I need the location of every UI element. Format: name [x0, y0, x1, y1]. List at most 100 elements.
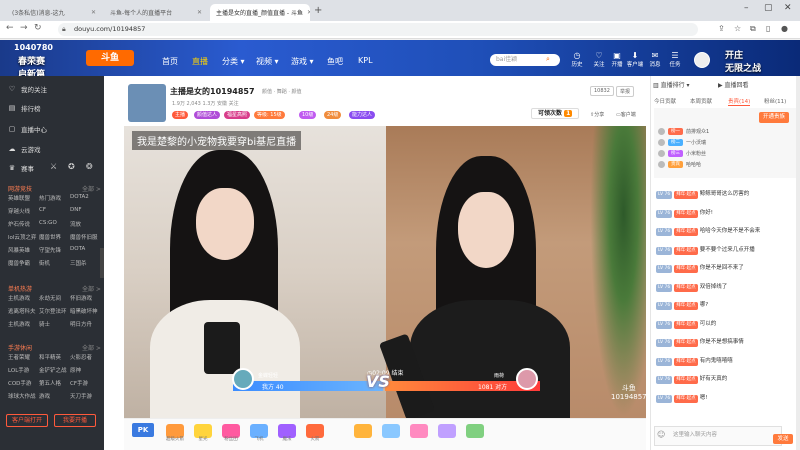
sidebar-game-link[interactable]: 天刀手游: [70, 392, 100, 400]
sidebar-item-esports[interactable]: ♛ 赛事: [8, 163, 34, 173]
douyu-logo[interactable]: 斗鱼: [86, 50, 134, 66]
pk-button[interactable]: PK: [132, 423, 154, 437]
browser-tab-active[interactable]: 主播是女的直播_颜值直播 - 斗鱼 ✕: [210, 4, 310, 21]
sidebar-game-link[interactable]: 风暴英雄: [8, 246, 38, 254]
sidebar-game-link[interactable]: 游戏: [39, 392, 69, 400]
pk-left-avatar[interactable]: [232, 368, 254, 390]
pk-right-avatar[interactable]: [516, 368, 538, 390]
sidebar-game-link[interactable]: 主机游戏: [8, 294, 38, 302]
new-tab-icon[interactable]: +: [314, 5, 322, 16]
close-icon[interactable]: ✕: [303, 9, 310, 16]
sidebar-game-link[interactable]: 穿越火线: [8, 207, 38, 215]
client-nav-button[interactable]: ⬇ 客户端: [624, 51, 646, 68]
gift-icon[interactable]: [466, 424, 484, 438]
sidebar-game-link[interactable]: 魔兽世界: [39, 233, 69, 241]
sidebar-game-link[interactable]: COD手游: [8, 379, 38, 387]
share-button[interactable]: ⇪分享: [590, 111, 604, 118]
reload-icon[interactable]: ↻: [34, 23, 42, 33]
esports-logo-icon[interactable]: ✪: [68, 162, 75, 171]
sidebar-game-link[interactable]: 原神: [70, 366, 100, 374]
vip-row[interactable]: 贵宾 哈哈哈: [658, 161, 701, 168]
nav-home[interactable]: 首页: [162, 56, 178, 67]
url-field[interactable]: douyu.com/10194857: [58, 23, 698, 36]
sidebar-game-link[interactable]: 暗黑破坏神: [70, 307, 100, 315]
vip-row[interactable]: 榜三 小米粉丝: [658, 150, 706, 157]
sidebar-game-link[interactable]: 街机: [39, 259, 69, 267]
sidebar-game-link[interactable]: 骑士: [39, 320, 69, 328]
sidebar-game-link[interactable]: DNF: [70, 207, 100, 213]
sidebar-game-link[interactable]: CS:GO: [39, 220, 69, 226]
nav-live[interactable]: 直播: [192, 56, 208, 67]
history-button[interactable]: ◷ 历史: [566, 51, 588, 68]
open-noble-button[interactable]: 开通贵族: [759, 112, 790, 123]
tab-today[interactable]: 今日贡献: [654, 97, 676, 105]
sidebar-section-title[interactable]: 单机热游 全部 >: [8, 284, 104, 293]
sidebar-game-link[interactable]: 火影忍者: [70, 353, 100, 361]
room-category[interactable]: 颜值 · 舞蹈 · 颜值: [262, 88, 302, 95]
sidebar-game-link[interactable]: 炉石传说: [8, 220, 38, 228]
start-stream-button[interactable]: 我要开播: [54, 414, 96, 427]
gift-icon[interactable]: [438, 424, 456, 438]
back-icon[interactable]: ←: [6, 23, 14, 33]
sidebar-game-link[interactable]: 魔兽怀旧服: [70, 233, 100, 241]
search-icon[interactable]: ⌕: [546, 55, 550, 64]
esports-logo-icon[interactable]: ⚔: [50, 162, 57, 171]
tab-week[interactable]: 本周贡献: [690, 97, 712, 105]
nav-category[interactable]: 分类 ▾: [222, 56, 245, 67]
sidebar-game-link[interactable]: 怀旧游戏: [70, 294, 100, 302]
sidebar-game-link[interactable]: DOTA: [70, 246, 100, 252]
rank-title[interactable]: ▥ 直播排行 ▾: [653, 80, 690, 89]
sidebar-item-cloud[interactable]: ☁ 云游戏: [8, 144, 41, 154]
extensions-icon[interactable]: ⧉: [750, 24, 756, 34]
emoji-icon[interactable]: ☺: [657, 430, 665, 439]
esports-logo-icon[interactable]: ❂: [86, 162, 93, 171]
browser-tab[interactable]: 斗鱼-每个人的直播平台 ✕: [104, 4, 208, 21]
sidebar-game-link[interactable]: 第五人格: [39, 379, 69, 387]
send-button[interactable]: 发送: [773, 434, 793, 444]
gift-icon[interactable]: [354, 424, 372, 438]
page-scrollbar[interactable]: [796, 76, 800, 450]
gift-icon[interactable]: [410, 424, 428, 438]
nav-video[interactable]: 视频 ▾: [256, 56, 279, 67]
client-tool-button[interactable]: ▭客户端: [616, 111, 636, 118]
open-client-button[interactable]: 客户端打开: [6, 414, 48, 427]
sidebar-game-link[interactable]: 守望先锋: [39, 246, 69, 254]
sidepanel-icon[interactable]: ▯: [766, 24, 770, 33]
sidebar-game-link[interactable]: 明日方舟: [70, 320, 100, 328]
minimize-icon[interactable]: –: [744, 3, 749, 13]
sidebar-item-center[interactable]: ▢ 直播中心: [8, 124, 47, 134]
sidebar-game-link[interactable]: 主机游戏: [8, 320, 38, 328]
forward-icon[interactable]: →: [20, 23, 28, 33]
nav-game[interactable]: 游戏 ▾: [291, 56, 314, 67]
report-button[interactable]: 举报: [616, 86, 635, 97]
section-more-link[interactable]: 全部 >: [82, 284, 101, 293]
sidebar-game-link[interactable]: 热门游戏: [39, 194, 69, 202]
sidebar-game-link[interactable]: CF手游: [70, 379, 100, 387]
sidebar-game-link[interactable]: 和平精英: [39, 353, 69, 361]
gift-icon[interactable]: [382, 424, 400, 438]
sidebar-game-link[interactable]: 王者荣耀: [8, 353, 38, 361]
sidebar-game-link[interactable]: 逃离塔科夫: [8, 307, 38, 315]
promo-banner-right[interactable]: 开庄 无限之战: [725, 48, 761, 74]
chat-input[interactable]: 这里输入聊天内容: [654, 426, 782, 446]
user-avatar[interactable]: [694, 52, 710, 68]
share-icon[interactable]: ⇪: [718, 24, 725, 33]
vip-row[interactable]: 榜一 前排观众1: [658, 128, 709, 135]
close-window-icon[interactable]: ✕: [784, 3, 792, 13]
profile-icon[interactable]: ●: [781, 24, 788, 33]
sidebar-game-link[interactable]: 艾尔登法环: [39, 307, 69, 315]
sidebar-game-link[interactable]: 魔兽争霸: [8, 259, 38, 267]
task-nav-button[interactable]: ☰ 任务: [664, 51, 686, 68]
tab-vip[interactable]: 贵宾(14): [728, 97, 751, 106]
sidebar-section-title[interactable]: 手游休闲 全部 >: [8, 343, 104, 352]
nav-kpl[interactable]: KPL: [358, 56, 373, 65]
message-nav-button[interactable]: ✉ 消息: [644, 51, 666, 68]
anchor-avatar[interactable]: [128, 84, 166, 122]
sidebar-game-link[interactable]: 永劫无间: [39, 294, 69, 302]
browser-tab[interactable]: (3条私信)消息-这九 ✕: [6, 4, 102, 21]
sidebar-game-link[interactable]: CF: [39, 207, 69, 213]
sidebar-game-link[interactable]: lol云顶之弈: [8, 233, 38, 241]
section-more-link[interactable]: 全部 >: [82, 343, 101, 352]
vip-row[interactable]: 榜二 一小沃瑞: [658, 139, 706, 146]
close-icon[interactable]: ✕: [193, 9, 202, 16]
